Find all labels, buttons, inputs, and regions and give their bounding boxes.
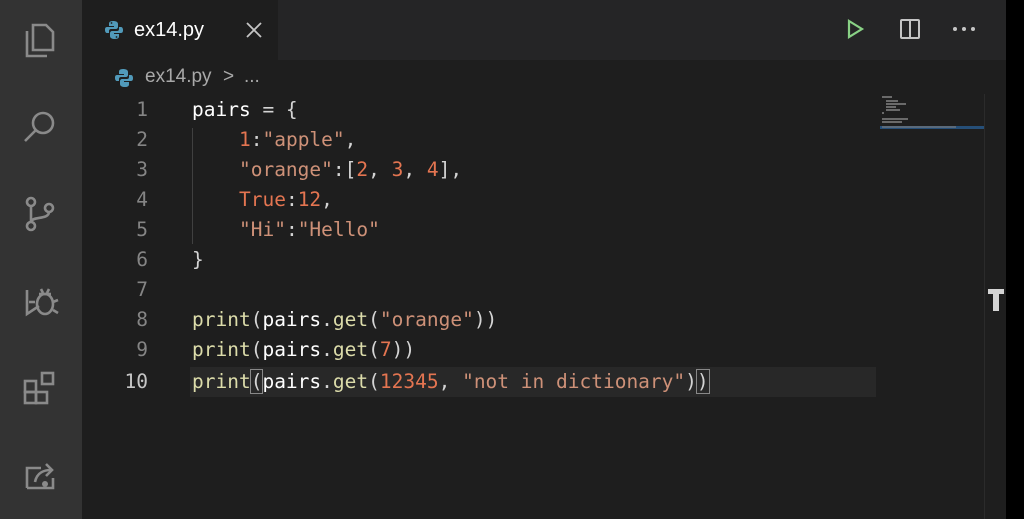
- breadcrumb-separator: >: [223, 66, 235, 87]
- breadcrumb-file[interactable]: ex14.py: [145, 66, 212, 88]
- code-text: }: [192, 248, 204, 271]
- line-number: 4: [136, 188, 148, 211]
- ellipsis-icon: [953, 27, 975, 31]
- line-number: 1: [136, 98, 148, 121]
- code-line-current[interactable]: 10 print(pairs.get(12345, "not in dictio…: [82, 367, 1006, 397]
- line-number: 2: [136, 128, 148, 151]
- code-text: True:12,: [238, 188, 333, 211]
- line-number: 6: [136, 248, 148, 271]
- code-line[interactable]: 1 pairs = {: [82, 95, 1006, 125]
- code-text: print(pairs.get("orange")): [192, 308, 498, 331]
- code-line[interactable]: 7: [82, 275, 1006, 305]
- code-line[interactable]: 8 print(pairs.get("orange")): [82, 305, 1006, 335]
- line-number: 10: [124, 370, 148, 393]
- code-line[interactable]: 6 }: [82, 245, 1006, 275]
- code-text: print(pairs.get(7)): [192, 338, 416, 361]
- python-file-icon: [105, 21, 123, 39]
- line-number: 7: [136, 278, 148, 301]
- line-number: 5: [136, 218, 148, 241]
- run-button[interactable]: [840, 14, 870, 44]
- line-number: 3: [136, 158, 148, 181]
- scrollbar-cursor-marker: [988, 289, 1004, 311]
- tab-label: ex14.py: [134, 19, 205, 41]
- code-line[interactable]: 5 "Hi":"Hello": [82, 215, 1006, 245]
- split-editor-button[interactable]: [895, 14, 925, 44]
- code-line[interactable]: 2 1:"apple",: [82, 125, 1006, 155]
- activity-bar: [0, 0, 82, 519]
- code-text: pairs = {: [192, 98, 298, 121]
- code-text: 1:"apple",: [238, 128, 357, 151]
- search-icon[interactable]: [16, 103, 64, 151]
- line-number: 9: [136, 338, 148, 361]
- code-line[interactable]: 9 print(pairs.get(7)): [82, 335, 1006, 365]
- code-editor[interactable]: 1 pairs = { 2 1:"apple", 3 "orange":[2, …: [82, 94, 1006, 519]
- minimap[interactable]: [880, 94, 984, 134]
- remote-explorer-icon[interactable]: [16, 451, 64, 499]
- line-number: 8: [136, 308, 148, 331]
- play-icon: [847, 19, 865, 39]
- code-text: "orange":[2, 3, 4],: [238, 158, 463, 181]
- code-text: print(pairs.get(12345, "not in dictionar…: [192, 369, 710, 394]
- source-control-icon[interactable]: [16, 190, 64, 238]
- code-text: "Hi":"Hello": [238, 218, 380, 241]
- breadcrumb: ex14.py > ...: [82, 60, 1006, 94]
- debug-icon[interactable]: [16, 277, 64, 325]
- close-icon[interactable]: [244, 20, 264, 40]
- code-line[interactable]: 4 True:12,: [82, 185, 1006, 215]
- files-icon[interactable]: [16, 16, 64, 64]
- tab-bar: ex14.py: [82, 0, 1006, 60]
- breadcrumb-symbols[interactable]: ...: [244, 66, 260, 88]
- split-editor-icon: [900, 19, 920, 39]
- python-file-icon: [115, 69, 133, 87]
- tab-ex14-py[interactable]: ex14.py: [82, 0, 278, 60]
- more-actions-button[interactable]: [949, 14, 979, 44]
- window-edge: [1006, 0, 1024, 519]
- code-line[interactable]: 3 "orange":[2, 3, 4],: [82, 155, 1006, 185]
- extensions-icon[interactable]: [16, 364, 64, 412]
